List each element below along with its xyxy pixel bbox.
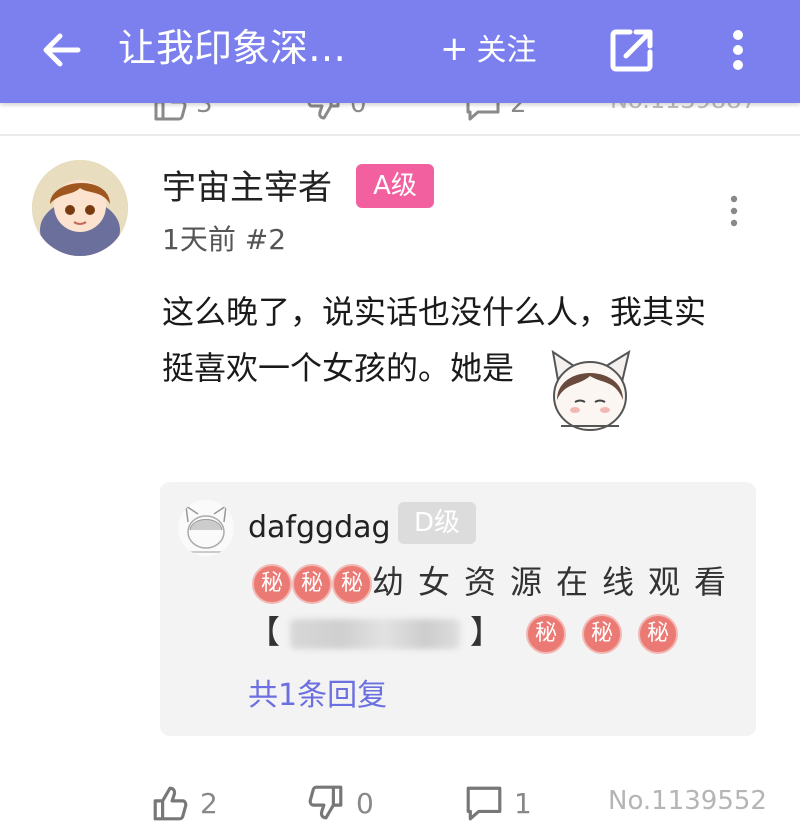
post-content: 这么晚了，说实话也没什么人，我其实 挺喜欢一个女孩的。她是: [162, 284, 762, 396]
reply-text: 幼女资源在线观看: [372, 563, 741, 601]
secret-emoji: 秘: [638, 614, 679, 654]
post-content-line: 挺喜欢一个女孩的。她是: [162, 349, 515, 387]
post-menu-button[interactable]: [722, 194, 746, 228]
secret-emoji: 秘: [582, 614, 623, 654]
comment-button[interactable]: 1: [464, 784, 532, 822]
thumbs-up-icon: [153, 786, 188, 821]
reply-level-badge: D级: [398, 502, 476, 544]
post-time: 1天前: [162, 223, 236, 256]
follow-label: 关注: [476, 33, 537, 68]
more-vertical-icon: [733, 30, 743, 70]
comment-count: 1: [514, 786, 532, 820]
secret-emoji: 秘: [292, 564, 332, 604]
post-meta: 1天前 #2: [162, 222, 286, 258]
post-content-line: 这么晚了，说实话也没什么人，我其实: [162, 293, 707, 331]
secret-emoji: 秘: [252, 564, 292, 604]
thumbs-down-icon: [308, 785, 343, 820]
more-options-button[interactable]: [722, 26, 754, 74]
bracket-open: 【: [248, 613, 281, 651]
post-floor: #2: [244, 223, 287, 256]
plus-icon: +: [440, 29, 469, 69]
like-count: 2: [200, 786, 218, 820]
view-replies-link[interactable]: 共1条回复: [248, 676, 387, 716]
avatar[interactable]: [32, 160, 128, 256]
arrow-left-icon: [43, 33, 81, 67]
share-button[interactable]: [608, 26, 656, 74]
open-external-icon: [610, 29, 653, 72]
post-id: No.1139552: [608, 786, 767, 816]
post-username[interactable]: 宇宙主宰者: [162, 166, 332, 210]
cat-ear-girl-sticker-icon: [545, 346, 635, 436]
reply-avatar[interactable]: [178, 500, 234, 556]
secret-emoji: 秘: [526, 614, 567, 654]
secret-emoji: 秘: [332, 564, 372, 604]
bracket-close: 】: [470, 613, 503, 651]
top-app-bar: 让我印象深… + 关注: [0, 0, 800, 103]
more-vertical-icon: [730, 195, 738, 227]
dislike-button[interactable]: 0: [306, 784, 374, 822]
sketch-avatar-icon: [178, 500, 234, 556]
anime-avatar-icon: [32, 160, 128, 256]
comment-icon: [466, 786, 502, 821]
blurred-text: [290, 619, 461, 649]
divider: [0, 134, 800, 136]
reply-content-line: 【】秘秘秘: [248, 610, 679, 654]
reply-content-line: 秘秘秘幼女资源在线观看: [252, 560, 740, 604]
page-title: 让我印象深…: [118, 26, 347, 70]
dislike-count: 0: [356, 786, 374, 820]
back-button[interactable]: [38, 28, 86, 72]
reply-username[interactable]: dafggdag: [248, 508, 391, 548]
level-badge: A级: [356, 164, 434, 208]
follow-button[interactable]: + 关注: [440, 26, 537, 72]
like-button[interactable]: 2: [150, 784, 218, 822]
